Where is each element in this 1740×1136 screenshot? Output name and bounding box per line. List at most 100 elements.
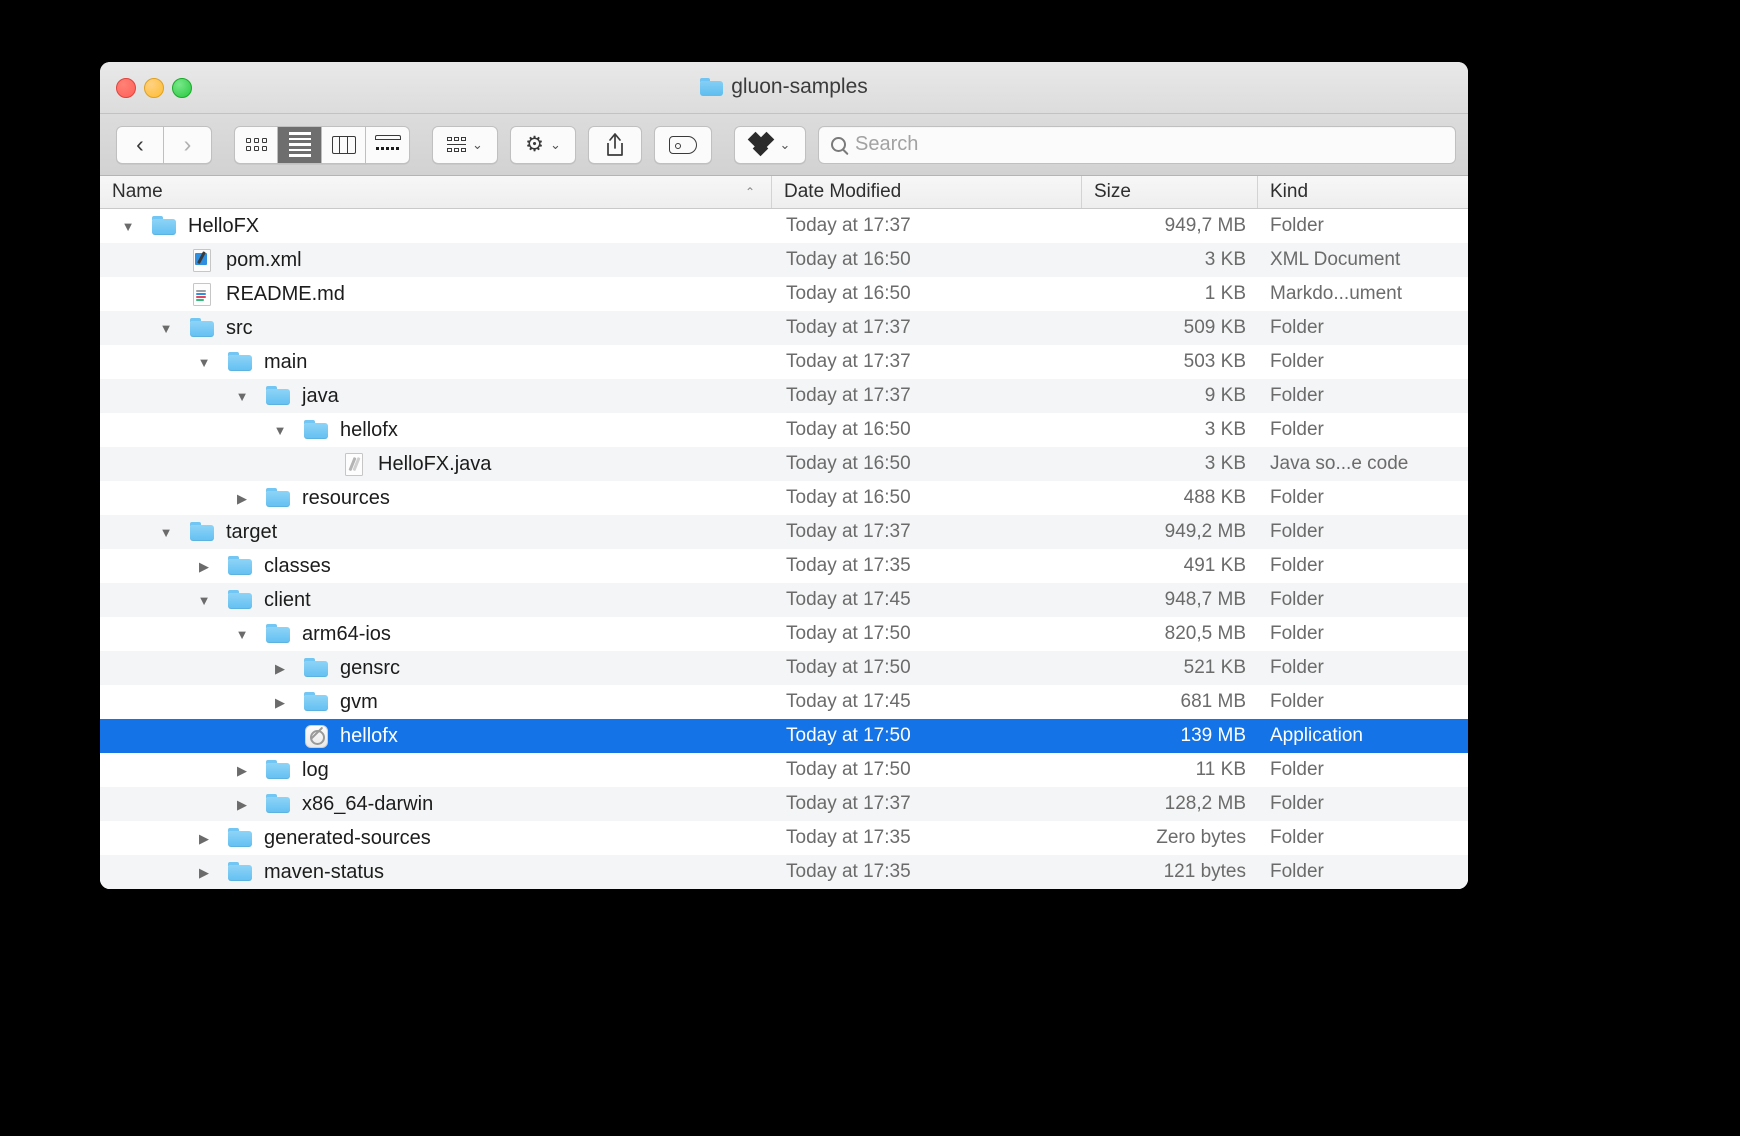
- chevron-down-icon: ⌄: [472, 137, 483, 152]
- table-row[interactable]: x86_64-darwin Today at 17:37 128,2 MB Folde…: [100, 787, 1468, 821]
- date-modified-cell: Today at 17:37: [786, 793, 911, 814]
- table-row[interactable]: gvm Today at 17:45 681 MB Folder: [100, 685, 1468, 719]
- chevron-left-icon: ‹: [136, 131, 144, 157]
- table-row[interactable]: hellofx Today at 16:50 3 KB Folder: [100, 413, 1468, 447]
- table-row[interactable]: gensrc Today at 17:50 521 KB Folder: [100, 651, 1468, 685]
- table-row[interactable]: generated-sources Today at 17:35 Zero byte…: [100, 821, 1468, 855]
- disclosure-triangle[interactable]: [192, 866, 216, 879]
- disclosure-triangle[interactable]: [230, 390, 254, 403]
- size-cell: 949,2 MB: [1164, 521, 1246, 542]
- file-name-cell: HelloFX.java: [100, 447, 772, 481]
- file-name-cell: hellofx: [100, 719, 772, 753]
- group-by-button[interactable]: ⌄: [432, 125, 498, 164]
- file-name-cell: target: [100, 515, 772, 549]
- gallery-view-icon: [374, 135, 401, 154]
- minimize-button[interactable]: [144, 78, 164, 98]
- folder-icon: [264, 486, 292, 510]
- disclosure-triangle[interactable]: [268, 696, 292, 709]
- action-gear-button[interactable]: ⚙ ⌄: [510, 125, 576, 164]
- chevron-down-icon: ⌄: [779, 137, 791, 152]
- disclosure-triangle[interactable]: [230, 764, 254, 777]
- column-header-size[interactable]: Size: [1082, 176, 1258, 208]
- dropbox-button[interactable]: ⌄: [734, 125, 806, 164]
- size-cell: Zero bytes: [1156, 827, 1246, 848]
- folder-icon: [264, 384, 292, 408]
- table-row[interactable]: hellofx Today at 17:50 139 MB Application: [100, 719, 1468, 753]
- file-name-cell: generated-sources: [100, 821, 772, 855]
- size-cell: 9 KB: [1204, 385, 1246, 406]
- date-modified-cell: Today at 17:37: [786, 521, 911, 542]
- file-name-cell: classes: [100, 549, 772, 583]
- folder-icon: [226, 554, 254, 578]
- view-icon-grid-button[interactable]: [234, 125, 278, 164]
- search-field[interactable]: Search: [818, 125, 1456, 164]
- kind-cell: Folder: [1270, 623, 1324, 644]
- forward-button[interactable]: ›: [164, 125, 212, 164]
- column-header-size-label: Size: [1094, 181, 1131, 202]
- search-input[interactable]: Search: [855, 133, 918, 156]
- file-name-cell: resources: [100, 481, 772, 515]
- column-header-kind[interactable]: Kind: [1258, 176, 1468, 208]
- date-modified-cell: Today at 16:50: [786, 487, 911, 508]
- size-cell: 503 KB: [1183, 351, 1246, 372]
- disclosure-triangle[interactable]: [230, 798, 254, 811]
- disclosure-triangle[interactable]: [192, 356, 216, 369]
- disclosure-triangle[interactable]: [230, 628, 254, 641]
- column-header-name-label: Name: [112, 181, 163, 202]
- disclosure-triangle[interactable]: [268, 662, 292, 675]
- disclosure-triangle[interactable]: [154, 526, 178, 539]
- kind-cell: Folder: [1270, 861, 1324, 882]
- table-row[interactable]: main Today at 17:37 503 KB Folder: [100, 345, 1468, 379]
- sort-ascending-icon: ⌃: [744, 185, 755, 199]
- grid-view-icon: [245, 138, 267, 151]
- folder-icon: [302, 690, 330, 714]
- table-row[interactable]: HelloFX Today at 17:37 949,7 MB Folder: [100, 209, 1468, 243]
- back-button[interactable]: ‹: [116, 125, 164, 164]
- size-cell: 3 KB: [1204, 453, 1246, 474]
- date-modified-cell: Today at 17:37: [786, 317, 911, 338]
- tag-button[interactable]: [654, 125, 712, 164]
- folder-icon: [264, 792, 292, 816]
- view-list-button[interactable]: [278, 125, 322, 164]
- file-name-label: src: [226, 316, 253, 339]
- file-name-cell: src: [100, 311, 772, 345]
- view-columns-button[interactable]: [322, 125, 366, 164]
- disclosure-triangle[interactable]: [192, 560, 216, 573]
- table-row[interactable]: HelloFX.java Today at 16:50 3 KB Java so...…: [100, 447, 1468, 481]
- table-row[interactable]: pom.xml Today at 16:50 3 KB XML Document: [100, 243, 1468, 277]
- share-button[interactable]: [588, 125, 642, 164]
- folder-icon: [226, 860, 254, 884]
- table-row[interactable]: client Today at 17:45 948,7 MB Folder: [100, 583, 1468, 617]
- file-name-cell: log: [100, 753, 772, 787]
- disclosure-triangle[interactable]: [268, 424, 292, 437]
- table-row[interactable]: README.md Today at 16:50 1 KB Markdo...umen…: [100, 277, 1468, 311]
- disclosure-triangle[interactable]: [230, 492, 254, 505]
- table-row[interactable]: src Today at 17:37 509 KB Folder: [100, 311, 1468, 345]
- window-title: gluon-samples: [100, 75, 1468, 99]
- close-button[interactable]: [116, 78, 136, 98]
- file-name-cell: gvm: [100, 685, 772, 719]
- column-header-date-modified[interactable]: Date Modified: [772, 176, 1082, 208]
- file-name-label: client: [264, 588, 311, 611]
- table-row[interactable]: java Today at 17:37 9 KB Folder: [100, 379, 1468, 413]
- date-modified-cell: Today at 17:50: [786, 623, 911, 644]
- column-header-name[interactable]: Name ⌃: [100, 176, 772, 208]
- kind-cell: Folder: [1270, 215, 1324, 236]
- table-row[interactable]: classes Today at 17:35 491 KB Folder: [100, 549, 1468, 583]
- search-icon: [831, 137, 846, 152]
- disclosure-triangle[interactable]: [116, 220, 140, 233]
- view-gallery-button[interactable]: [366, 125, 410, 164]
- table-row[interactable]: resources Today at 16:50 488 KB Folder: [100, 481, 1468, 515]
- table-row[interactable]: target Today at 17:37 949,2 MB Folder: [100, 515, 1468, 549]
- disclosure-triangle[interactable]: [192, 594, 216, 607]
- table-row[interactable]: log Today at 17:50 11 KB Folder: [100, 753, 1468, 787]
- kind-cell: Folder: [1270, 521, 1324, 542]
- table-row[interactable]: maven-status Today at 17:35 121 bytes Folde…: [100, 855, 1468, 889]
- maximize-button[interactable]: [172, 78, 192, 98]
- disclosure-triangle[interactable]: [154, 322, 178, 335]
- disclosure-triangle[interactable]: [192, 832, 216, 845]
- table-row[interactable]: arm64-ios Today at 17:50 820,5 MB Folder: [100, 617, 1468, 651]
- file-name-label: gvm: [340, 690, 378, 713]
- file-list[interactable]: HelloFX Today at 17:37 949,7 MB Folder pom.x…: [100, 209, 1468, 889]
- size-cell: 121 bytes: [1163, 861, 1246, 882]
